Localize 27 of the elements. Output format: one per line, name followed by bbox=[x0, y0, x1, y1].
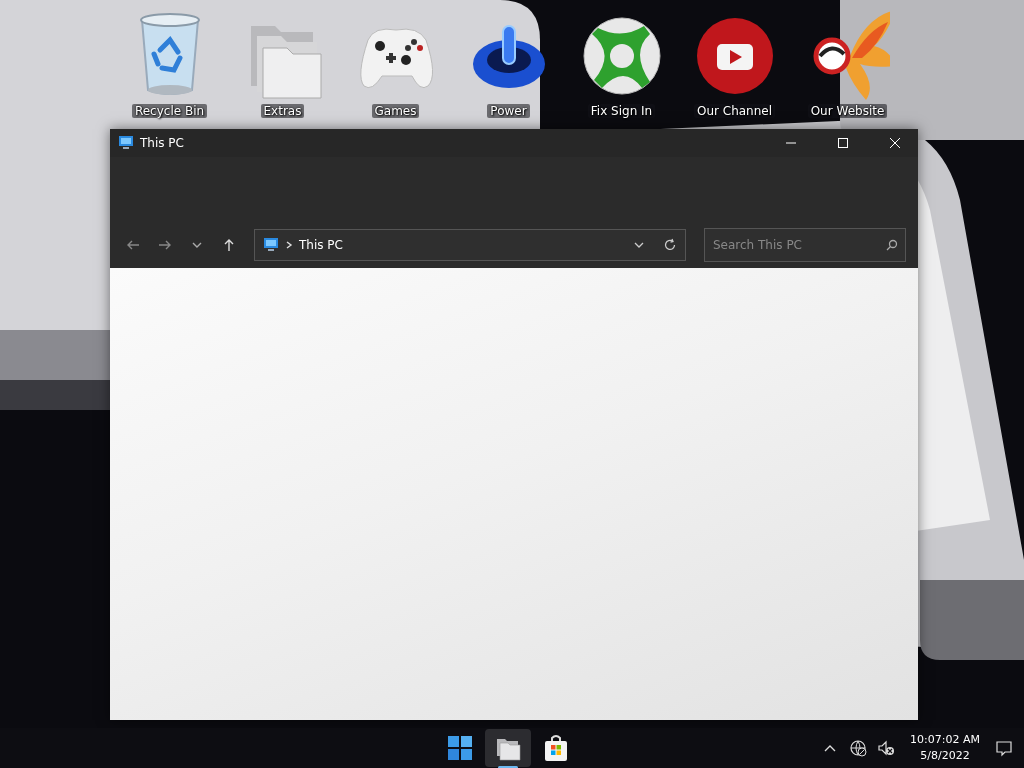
chevron-icon bbox=[285, 240, 293, 250]
folder-taskbar-button[interactable] bbox=[485, 729, 531, 767]
back-arrow-icon[interactable] bbox=[126, 238, 140, 252]
close-icon[interactable] bbox=[889, 137, 901, 149]
clock-time: 10:07:02 AM bbox=[910, 734, 980, 747]
icon-label[interactable]: Our Website bbox=[807, 104, 888, 118]
window-title: This PC bbox=[140, 136, 185, 150]
maximize-icon[interactable] bbox=[837, 137, 849, 149]
clock-date: 5/8/2022 bbox=[920, 749, 970, 762]
clock-button[interactable]: 10:07:02 AM 5/8/2022 bbox=[910, 734, 980, 762]
icon-label[interactable]: Fix Sign In bbox=[587, 104, 656, 118]
icon-label[interactable]: Recycle Bin bbox=[131, 104, 208, 118]
address-path[interactable]: This PC bbox=[299, 238, 627, 252]
search-field[interactable]: Search This PC bbox=[704, 228, 906, 262]
computer-icon bbox=[118, 135, 134, 151]
up-arrow-icon[interactable] bbox=[222, 238, 236, 252]
icon-label[interactable]: Power bbox=[487, 104, 530, 118]
start-icon[interactable] bbox=[446, 734, 474, 762]
shopping-bag-icon[interactable] bbox=[542, 734, 570, 762]
refresh-icon[interactable] bbox=[663, 238, 677, 252]
icon-label[interactable]: Games bbox=[371, 104, 420, 118]
address-bar[interactable]: This PC bbox=[254, 229, 686, 261]
search-icon[interactable] bbox=[886, 239, 898, 251]
forward-arrow-icon[interactable] bbox=[158, 238, 172, 252]
computer-icon bbox=[263, 237, 279, 253]
icon-label[interactable]: Extras bbox=[260, 104, 305, 118]
icon-label[interactable]: Our Channel bbox=[693, 104, 776, 118]
